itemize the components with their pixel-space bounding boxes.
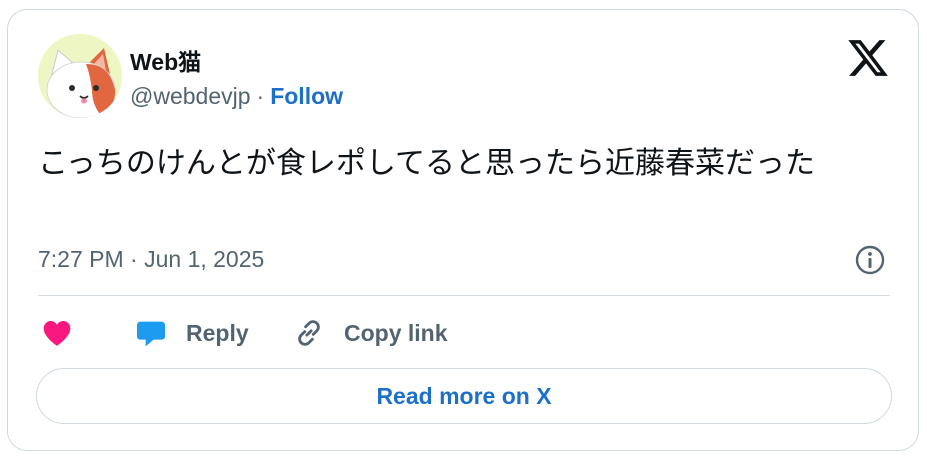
avatar[interactable] bbox=[38, 34, 122, 118]
read-more-button[interactable]: Read more on X bbox=[36, 368, 892, 424]
link-icon bbox=[298, 320, 320, 346]
separator-dot: · bbox=[256, 83, 265, 109]
copy-link-button[interactable]: Copy link bbox=[292, 313, 448, 353]
reply-button[interactable]: Reply bbox=[134, 313, 249, 353]
copy-link-label: Copy link bbox=[344, 319, 448, 346]
follow-button[interactable]: Follow bbox=[270, 83, 343, 110]
speech-bubble-icon bbox=[137, 321, 165, 347]
divider bbox=[38, 295, 890, 296]
author-handle[interactable]: @webdevjp bbox=[130, 83, 251, 110]
author-name[interactable]: Web猫 bbox=[130, 43, 201, 77]
tweet-embed-card: Web猫 @webdevjp · Follow こっちのけんとが食レポしてると思… bbox=[7, 9, 919, 451]
tweet-text: こっちのけんとが食レポしてると思ったら近藤春菜だった bbox=[38, 147, 815, 180]
author-meta: @webdevjp · Follow bbox=[130, 83, 343, 110]
heart-icon bbox=[43, 321, 71, 346]
cat-avatar-icon bbox=[38, 34, 122, 118]
x-logo-icon[interactable] bbox=[846, 36, 890, 80]
tweet-timestamp[interactable]: 7:27 PM · Jun 1, 2025 bbox=[38, 246, 264, 273]
like-button[interactable] bbox=[40, 313, 74, 353]
reply-label: Reply bbox=[186, 319, 249, 346]
info-icon[interactable] bbox=[854, 244, 886, 276]
